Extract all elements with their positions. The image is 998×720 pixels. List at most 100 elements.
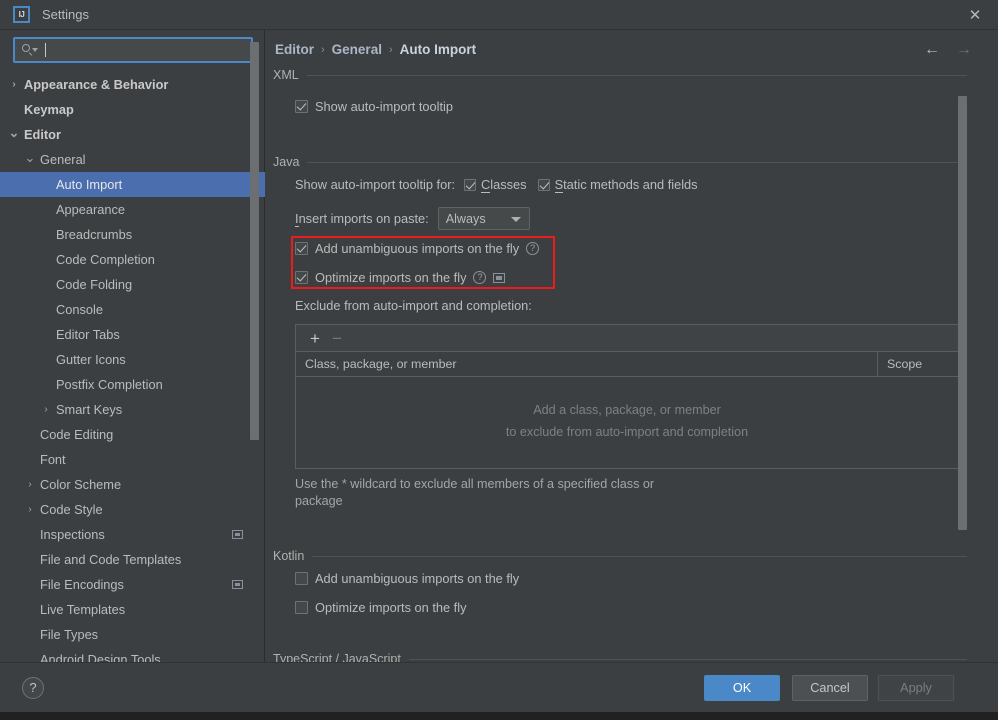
column-header-scope[interactable]: Scope xyxy=(878,357,958,371)
wildcard-hint-line-1: Use the * wildcard to exclude all member… xyxy=(295,477,655,491)
sidebar-item-general[interactable]: ⌄ General xyxy=(0,147,265,172)
chevron-right-icon[interactable]: › xyxy=(40,404,52,415)
window-title: Settings xyxy=(42,7,89,22)
exclude-table: + − Class, package, or member Scope Add … xyxy=(295,324,959,469)
chevron-down-icon[interactable]: ⌄ xyxy=(24,151,36,164)
settings-dialog: IJ Settings ✕ › Appearance & Behavior Keym… xyxy=(0,0,998,720)
chevron-down-icon[interactable]: ⌄ xyxy=(8,126,20,139)
add-unambiguous-imports-row[interactable]: Add unambiguous imports on the fly ? xyxy=(295,241,540,256)
sidebar-item-label: Postfix Completion xyxy=(56,377,163,392)
sidebar-item-breadcrumbs[interactable]: Breadcrumbs xyxy=(0,222,265,247)
text-caret xyxy=(45,43,46,57)
content-scrollbar-thumb[interactable] xyxy=(958,96,967,530)
add-unambiguous-imports-checkbox[interactable] xyxy=(295,242,308,255)
cancel-button[interactable]: Cancel xyxy=(792,675,868,701)
insert-imports-value: Always xyxy=(445,211,486,226)
search-input[interactable] xyxy=(13,37,253,63)
insert-imports-row: Insert imports on paste: Always xyxy=(295,207,530,230)
help-icon[interactable]: ? xyxy=(526,242,540,255)
kotlin-optimize-imports-checkbox[interactable] xyxy=(295,601,308,614)
sidebar-item-file-and-code-templates[interactable]: File and Code Templates xyxy=(0,547,265,572)
apply-button[interactable]: Apply xyxy=(878,675,954,701)
search-field-wrapper xyxy=(13,37,253,63)
sidebar-item-editor-tabs[interactable]: Editor Tabs xyxy=(0,322,265,347)
empty-state-line-2: to exclude from auto-import and completi… xyxy=(505,425,749,439)
ok-button[interactable]: OK xyxy=(704,675,780,701)
kotlin-optimize-imports-label: Optimize imports on the fly xyxy=(315,600,467,615)
sidebar-item-editor[interactable]: ⌄ Editor xyxy=(0,122,265,147)
sidebar-item-inspections[interactable]: Inspections xyxy=(0,522,265,547)
search-icon xyxy=(21,43,39,57)
xml-show-tooltip-checkbox[interactable] xyxy=(295,100,308,113)
sidebar-item-code-style[interactable]: › Code Style xyxy=(0,497,265,522)
breadcrumb-item-general[interactable]: General xyxy=(332,42,382,57)
kotlin-add-unambiguous-row[interactable]: Add unambiguous imports on the fly xyxy=(295,571,519,586)
xml-show-tooltip-row[interactable]: Show auto-import tooltip xyxy=(295,99,453,114)
sidebar-item-label: Appearance & Behavior xyxy=(24,77,169,92)
sidebar-item-label: General xyxy=(40,152,86,167)
sidebar-item-code-editing[interactable]: Code Editing xyxy=(0,422,265,447)
exclude-label-row: Exclude from auto-import and completion: xyxy=(295,298,532,313)
sidebar-item-label: Auto Import xyxy=(56,177,123,192)
column-header-class[interactable]: Class, package, or member xyxy=(296,357,877,371)
sidebar-item-file-types[interactable]: File Types xyxy=(0,622,265,647)
sidebar-item-auto-import[interactable]: Auto Import xyxy=(0,172,265,197)
chevron-right-icon[interactable]: › xyxy=(24,479,36,490)
sidebar-item-color-scheme[interactable]: › Color Scheme xyxy=(0,472,265,497)
breadcrumb-item-editor[interactable]: Editor xyxy=(275,42,314,57)
chevron-right-icon[interactable]: › xyxy=(8,79,20,90)
xml-group-header: XML xyxy=(273,68,967,82)
sidebar-item-label: Gutter Icons xyxy=(56,352,126,367)
sidebar-item-smart-keys[interactable]: › Smart Keys xyxy=(0,397,265,422)
java-classes-checkbox[interactable] xyxy=(464,178,477,191)
xml-group-rule xyxy=(306,74,967,76)
sidebar-item-code-completion[interactable]: Code Completion xyxy=(0,247,265,272)
sidebar-item-file-encodings[interactable]: File Encodings xyxy=(0,572,265,597)
close-icon[interactable]: ✕ xyxy=(952,0,998,30)
kotlin-add-unambiguous-checkbox[interactable] xyxy=(295,572,308,585)
back-arrow-icon[interactable]: ← xyxy=(922,40,942,60)
help-button[interactable]: ? xyxy=(22,677,44,699)
sidebar-item-console[interactable]: Console xyxy=(0,297,265,322)
project-scope-icon xyxy=(232,580,243,589)
sidebar-item-font[interactable]: Font xyxy=(0,447,265,472)
dialog-body: › Appearance & Behavior Keymap ⌄ Editor ⌄ Gene… xyxy=(0,30,998,662)
sidebar-item-label: Android Design Tools xyxy=(40,652,161,662)
typescript-group-header: TypeScript / JavaScript xyxy=(273,652,967,662)
sidebar-scrollbar-thumb[interactable] xyxy=(250,42,259,440)
wildcard-hint: Use the * wildcard to exclude all member… xyxy=(295,476,695,510)
optimize-imports-row[interactable]: Optimize imports on the fly ? xyxy=(295,270,506,285)
sidebar-item-label: Appearance xyxy=(56,202,126,217)
sidebar-item-gutter-icons[interactable]: Gutter Icons xyxy=(0,347,265,372)
sidebar-item-label: Editor xyxy=(24,127,61,142)
add-entry-button[interactable]: + xyxy=(304,328,326,348)
sidebar-item-android-design-tools[interactable]: Android Design Tools xyxy=(0,647,265,662)
sidebar-item-live-templates[interactable]: Live Templates xyxy=(0,597,265,622)
add-unambiguous-imports-label: Add unambiguous imports on the fly xyxy=(315,241,520,256)
forward-arrow-icon[interactable]: → xyxy=(954,40,974,60)
sidebar-item-appearance[interactable]: Appearance xyxy=(0,197,265,222)
sidebar-item-label: Breadcrumbs xyxy=(56,227,133,242)
empty-state-line-1: Add a class, package, or member xyxy=(533,403,721,417)
java-tooltip-for-row: Show auto-import tooltip for: Classes St… xyxy=(295,177,698,193)
settings-tree[interactable]: › Appearance & Behavior Keymap ⌄ Editor ⌄ Gene… xyxy=(0,72,265,662)
optimize-imports-checkbox[interactable] xyxy=(295,271,308,284)
kotlin-optimize-imports-row[interactable]: Optimize imports on the fly xyxy=(295,600,466,615)
chevron-right-icon[interactable]: › xyxy=(24,504,36,515)
sidebar-item-code-folding[interactable]: Code Folding xyxy=(0,272,265,297)
java-tooltip-for-label: Show auto-import tooltip for: xyxy=(295,177,456,192)
sidebar-item-postfix-completion[interactable]: Postfix Completion xyxy=(0,372,265,397)
sidebar-item-label: Inspections xyxy=(40,527,105,542)
sidebar-item-keymap[interactable]: Keymap xyxy=(0,97,265,122)
help-icon[interactable]: ? xyxy=(473,271,487,284)
sidebar-item-appearance-behavior[interactable]: › Appearance & Behavior xyxy=(0,72,265,97)
sidebar-item-label: Editor Tabs xyxy=(56,327,120,342)
remove-entry-button[interactable]: − xyxy=(326,328,348,348)
insert-imports-dropdown[interactable]: Always xyxy=(437,207,530,230)
java-static-members-checkbox[interactable] xyxy=(537,178,550,191)
java-group-label: Java xyxy=(273,155,300,169)
sidebar-item-label: Live Templates xyxy=(40,602,126,617)
chevron-down-icon xyxy=(510,217,521,222)
java-group-header: Java xyxy=(273,155,967,169)
kotlin-add-unambiguous-label: Add unambiguous imports on the fly xyxy=(315,571,520,586)
